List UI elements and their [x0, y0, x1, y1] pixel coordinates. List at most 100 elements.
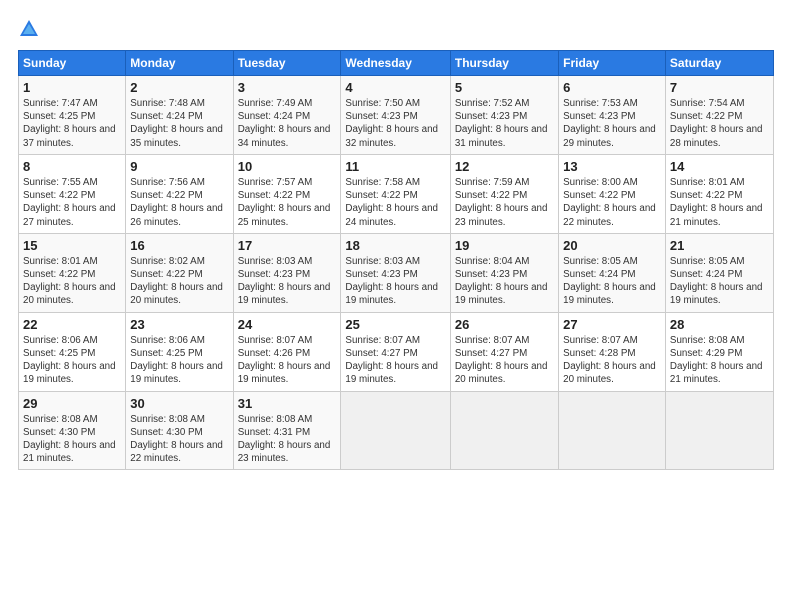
day-detail: Sunrise: 8:07 AMSunset: 4:26 PMDaylight:… — [238, 335, 331, 386]
day-cell: 13 Sunrise: 8:00 AMSunset: 4:22 PMDayligh… — [559, 154, 666, 233]
day-cell — [559, 391, 666, 470]
day-cell: 6Sunrise: 7:53 AMSunset: 4:23 PMDaylight… — [559, 76, 666, 155]
day-cell: 10Sunrise: 7:57 AMSunset: 4:22 PMDayligh… — [233, 154, 341, 233]
day-detail: Sunrise: 8:07 AMSunset: 4:27 PMDaylight:… — [345, 335, 438, 386]
weekday-thursday: Thursday — [450, 51, 558, 76]
day-number: 18 — [345, 238, 445, 253]
day-number: 11 — [345, 159, 445, 174]
day-number: 27 — [563, 317, 661, 332]
weekday-sunday: Sunday — [19, 51, 126, 76]
day-number: 22 — [23, 317, 121, 332]
week-row-4: 22 Sunrise: 8:06 AMSunset: 4:25 PMDayligh… — [19, 312, 774, 391]
day-detail: Sunrise: 8:08 AMSunset: 4:30 PMDaylight:… — [23, 414, 116, 465]
day-number: 20 — [563, 238, 661, 253]
day-number: 6 — [563, 80, 661, 95]
day-detail: Sunrise: 8:08 AMSunset: 4:31 PMDaylight:… — [238, 414, 331, 465]
day-number: 23 — [130, 317, 228, 332]
day-detail: Sunrise: 7:56 AMSunset: 4:22 PMDaylight:… — [130, 177, 223, 228]
weekday-friday: Friday — [559, 51, 666, 76]
day-detail: Sunrise: 8:02 AMSunset: 4:22 PMDaylight:… — [130, 256, 223, 307]
day-cell: 28 Sunrise: 8:08 AMSunset: 4:29 PMDayligh… — [665, 312, 773, 391]
day-detail: Sunrise: 8:05 AMSunset: 4:24 PMDaylight:… — [670, 256, 763, 307]
day-number: 1 — [23, 80, 121, 95]
day-cell: 15Sunrise: 8:01 AMSunset: 4:22 PMDayligh… — [19, 233, 126, 312]
week-row-1: 1 Sunrise: 7:47 AMSunset: 4:25 PMDaylight… — [19, 76, 774, 155]
day-detail: Sunrise: 7:47 AMSunset: 4:25 PMDaylight:… — [23, 98, 116, 149]
day-cell: 30 Sunrise: 8:08 AMSunset: 4:30 PMDayligh… — [126, 391, 233, 470]
day-number: 7 — [670, 80, 769, 95]
day-cell: 14 Sunrise: 8:01 AMSunset: 4:22 PMDayligh… — [665, 154, 773, 233]
day-cell: 20 Sunrise: 8:05 AMSunset: 4:24 PMDayligh… — [559, 233, 666, 312]
day-number: 10 — [238, 159, 337, 174]
day-number: 2 — [130, 80, 228, 95]
day-cell: 23 Sunrise: 8:06 AMSunset: 4:25 PMDayligh… — [126, 312, 233, 391]
day-number: 13 — [563, 159, 661, 174]
day-cell: 18 Sunrise: 8:03 AMSunset: 4:23 PMDayligh… — [341, 233, 450, 312]
day-detail: Sunrise: 8:06 AMSunset: 4:25 PMDaylight:… — [23, 335, 116, 386]
day-detail: Sunrise: 7:50 AMSunset: 4:23 PMDaylight:… — [345, 98, 438, 149]
day-detail: Sunrise: 8:08 AMSunset: 4:29 PMDaylight:… — [670, 335, 763, 386]
day-cell: 7Sunrise: 7:54 AMSunset: 4:22 PMDaylight… — [665, 76, 773, 155]
day-cell — [341, 391, 450, 470]
day-cell: 5 Sunrise: 7:52 AMSunset: 4:23 PMDaylight… — [450, 76, 558, 155]
calendar-body: 1 Sunrise: 7:47 AMSunset: 4:25 PMDaylight… — [19, 76, 774, 470]
day-detail: Sunrise: 8:06 AMSunset: 4:25 PMDaylight:… — [130, 335, 223, 386]
day-number: 8 — [23, 159, 121, 174]
day-number: 21 — [670, 238, 769, 253]
day-detail: Sunrise: 7:52 AMSunset: 4:23 PMDaylight:… — [455, 98, 548, 149]
weekday-saturday: Saturday — [665, 51, 773, 76]
day-cell: 24 Sunrise: 8:07 AMSunset: 4:26 PMDayligh… — [233, 312, 341, 391]
day-cell: 19 Sunrise: 8:04 AMSunset: 4:23 PMDayligh… — [450, 233, 558, 312]
day-detail: Sunrise: 8:07 AMSunset: 4:27 PMDaylight:… — [455, 335, 548, 386]
day-number: 30 — [130, 396, 228, 411]
weekday-header-row: SundayMondayTuesdayWednesdayThursdayFrid… — [19, 51, 774, 76]
day-detail: Sunrise: 8:08 AMSunset: 4:30 PMDaylight:… — [130, 414, 223, 465]
day-number: 28 — [670, 317, 769, 332]
day-number: 29 — [23, 396, 121, 411]
day-number: 12 — [455, 159, 554, 174]
day-cell: 21 Sunrise: 8:05 AMSunset: 4:24 PMDayligh… — [665, 233, 773, 312]
header — [18, 18, 774, 40]
day-number: 16 — [130, 238, 228, 253]
day-number: 15 — [23, 238, 121, 253]
week-row-5: 29 Sunrise: 8:08 AMSunset: 4:30 PMDayligh… — [19, 391, 774, 470]
day-detail: Sunrise: 7:55 AMSunset: 4:22 PMDaylight:… — [23, 177, 116, 228]
week-row-3: 15Sunrise: 8:01 AMSunset: 4:22 PMDayligh… — [19, 233, 774, 312]
day-number: 3 — [238, 80, 337, 95]
day-cell: 16 Sunrise: 8:02 AMSunset: 4:22 PMDayligh… — [126, 233, 233, 312]
day-number: 26 — [455, 317, 554, 332]
logo — [18, 18, 44, 40]
day-number: 5 — [455, 80, 554, 95]
day-detail: Sunrise: 7:58 AMSunset: 4:22 PMDaylight:… — [345, 177, 438, 228]
day-cell: 4Sunrise: 7:50 AMSunset: 4:23 PMDaylight… — [341, 76, 450, 155]
day-number: 19 — [455, 238, 554, 253]
day-detail: Sunrise: 8:00 AMSunset: 4:22 PMDaylight:… — [563, 177, 656, 228]
day-cell — [665, 391, 773, 470]
day-cell: 8 Sunrise: 7:55 AMSunset: 4:22 PMDaylight… — [19, 154, 126, 233]
weekday-monday: Monday — [126, 51, 233, 76]
day-detail: Sunrise: 8:01 AMSunset: 4:22 PMDaylight:… — [670, 177, 763, 228]
weekday-wednesday: Wednesday — [341, 51, 450, 76]
day-cell: 12Sunrise: 7:59 AMSunset: 4:22 PMDayligh… — [450, 154, 558, 233]
day-cell: 11 Sunrise: 7:58 AMSunset: 4:22 PMDayligh… — [341, 154, 450, 233]
page: SundayMondayTuesdayWednesdayThursdayFrid… — [0, 0, 792, 612]
day-number: 31 — [238, 396, 337, 411]
day-detail: Sunrise: 7:49 AMSunset: 4:24 PMDaylight:… — [238, 98, 331, 149]
day-cell: 25Sunrise: 8:07 AMSunset: 4:27 PMDayligh… — [341, 312, 450, 391]
day-number: 14 — [670, 159, 769, 174]
day-cell: 2 Sunrise: 7:48 AMSunset: 4:24 PMDaylight… — [126, 76, 233, 155]
day-number: 9 — [130, 159, 228, 174]
day-detail: Sunrise: 7:48 AMSunset: 4:24 PMDaylight:… — [130, 98, 223, 149]
day-detail: Sunrise: 8:03 AMSunset: 4:23 PMDaylight:… — [345, 256, 438, 307]
day-detail: Sunrise: 8:05 AMSunset: 4:24 PMDaylight:… — [563, 256, 656, 307]
day-cell: 26 Sunrise: 8:07 AMSunset: 4:27 PMDayligh… — [450, 312, 558, 391]
week-row-2: 8 Sunrise: 7:55 AMSunset: 4:22 PMDaylight… — [19, 154, 774, 233]
weekday-tuesday: Tuesday — [233, 51, 341, 76]
day-cell: 27Sunrise: 8:07 AMSunset: 4:28 PMDayligh… — [559, 312, 666, 391]
logo-icon — [18, 18, 40, 40]
day-cell: 9 Sunrise: 7:56 AMSunset: 4:22 PMDaylight… — [126, 154, 233, 233]
day-detail: Sunrise: 8:04 AMSunset: 4:23 PMDaylight:… — [455, 256, 548, 307]
day-number: 24 — [238, 317, 337, 332]
day-cell: 22 Sunrise: 8:06 AMSunset: 4:25 PMDayligh… — [19, 312, 126, 391]
day-cell: 3 Sunrise: 7:49 AMSunset: 4:24 PMDaylight… — [233, 76, 341, 155]
